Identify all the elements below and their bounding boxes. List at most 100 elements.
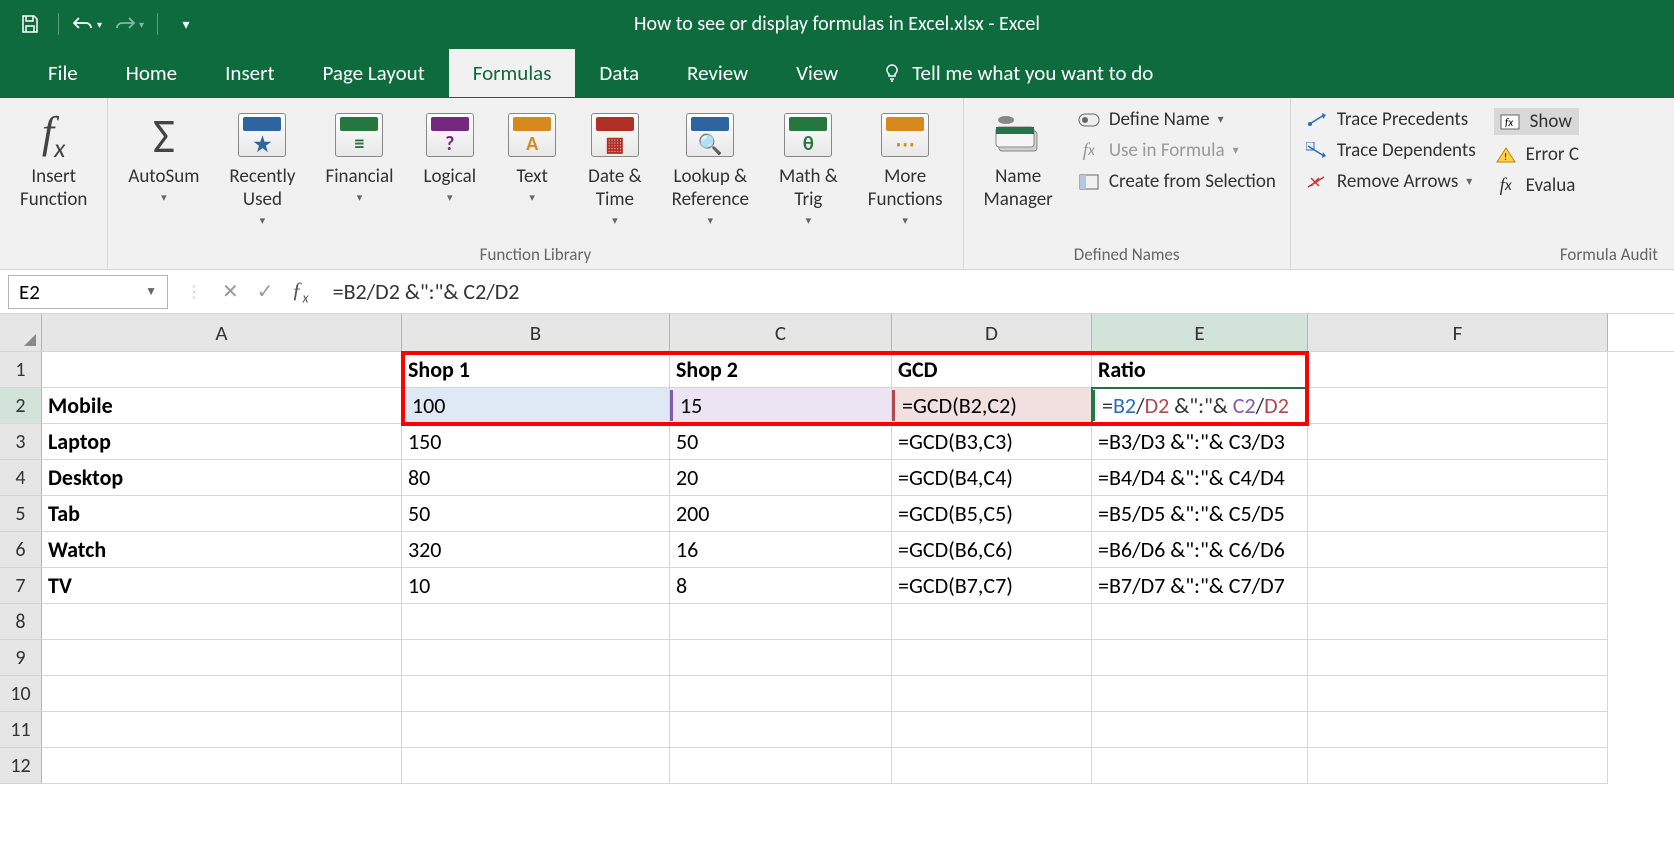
cell-E8[interactable] — [1092, 604, 1308, 640]
cell-D2[interactable]: =GCD(B2,C2) — [892, 388, 1092, 424]
col-header-E[interactable]: E — [1092, 314, 1308, 351]
cell-F12[interactable] — [1308, 748, 1608, 784]
more-button[interactable]: ⋯More Functions▾ — [854, 102, 957, 233]
cell-C8[interactable] — [670, 604, 892, 640]
cell-E12[interactable] — [1092, 748, 1308, 784]
row-header-7[interactable]: 7 — [0, 568, 42, 604]
row-header-5[interactable]: 5 — [0, 496, 42, 532]
cell-C11[interactable] — [670, 712, 892, 748]
name-box[interactable]: E2▼ — [8, 275, 168, 309]
cell-E9[interactable] — [1092, 640, 1308, 676]
cell-D3[interactable]: =GCD(B3,C3) — [892, 424, 1092, 460]
cell-C4[interactable]: 20 — [670, 460, 892, 496]
cell-B1[interactable]: Shop 1 — [402, 352, 670, 388]
tell-me-box[interactable]: Tell me what you want to do — [882, 60, 1153, 86]
cell-A9[interactable] — [42, 640, 402, 676]
tab-insert[interactable]: Insert — [201, 49, 298, 97]
cell-B6[interactable]: 320 — [402, 532, 670, 568]
cell-D7[interactable]: =GCD(B7,C7) — [892, 568, 1092, 604]
cell-E11[interactable] — [1092, 712, 1308, 748]
col-header-D[interactable]: D — [892, 314, 1092, 351]
cell-B5[interactable]: 50 — [402, 496, 670, 532]
row-header-2[interactable]: 2 — [0, 388, 42, 424]
cell-D5[interactable]: =GCD(B5,C5) — [892, 496, 1092, 532]
tab-review[interactable]: Review — [663, 49, 772, 97]
select-all-cell[interactable] — [0, 314, 42, 351]
cell-D1[interactable]: GCD — [892, 352, 1092, 388]
cell-E1[interactable]: Ratio — [1092, 352, 1308, 388]
cell-C1[interactable]: Shop 2 — [670, 352, 892, 388]
cell-F6[interactable] — [1308, 532, 1608, 568]
cell-E7[interactable]: =B7/D7 &":"& C7/D7 — [1092, 568, 1308, 604]
spreadsheet-grid[interactable]: ABCDEF 123456789101112 Shop 1Shop 2GCDRa… — [0, 314, 1674, 784]
cell-D10[interactable] — [892, 676, 1092, 712]
cell-E2[interactable]: =B2/D2 &":"& C2/D2 — [1092, 388, 1308, 424]
undo-button[interactable]: ▾ — [69, 6, 105, 42]
cell-A3[interactable]: Laptop — [42, 424, 402, 460]
row-header-1[interactable]: 1 — [0, 352, 42, 388]
cell-E6[interactable]: =B6/D6 &":"& C6/D6 — [1092, 532, 1308, 568]
autosum-button[interactable]: ΣAutoSum▾ — [114, 102, 213, 210]
lookup--button[interactable]: 🔍Lookup & Reference▾ — [658, 102, 763, 233]
cell-F7[interactable] — [1308, 568, 1608, 604]
cell-E4[interactable]: =B4/D4 &":"& C4/D4 — [1092, 460, 1308, 496]
cell-F2[interactable] — [1308, 388, 1608, 424]
cell-C5[interactable]: 200 — [670, 496, 892, 532]
row-header-12[interactable]: 12 — [0, 748, 42, 784]
cell-C12[interactable] — [670, 748, 892, 784]
cell-B10[interactable] — [402, 676, 670, 712]
tab-page-layout[interactable]: Page Layout — [298, 49, 448, 97]
cell-A2[interactable]: Mobile — [42, 388, 402, 424]
enter-formula-button[interactable]: ✓ — [257, 279, 274, 304]
cell-F10[interactable] — [1308, 676, 1608, 712]
row-header-6[interactable]: 6 — [0, 532, 42, 568]
col-header-A[interactable]: A — [42, 314, 402, 351]
cell-A7[interactable]: TV — [42, 568, 402, 604]
cell-E3[interactable]: =B3/D3 &":"& C3/D3 — [1092, 424, 1308, 460]
fx-icon[interactable]: ƒx — [292, 277, 309, 306]
row-header-9[interactable]: 9 — [0, 640, 42, 676]
cell-C2[interactable]: 15 — [670, 388, 892, 424]
cell-A10[interactable] — [42, 676, 402, 712]
cell-F1[interactable] — [1308, 352, 1608, 388]
cell-F8[interactable] — [1308, 604, 1608, 640]
customize-qat-button[interactable]: ▾ — [168, 6, 204, 42]
cell-E10[interactable] — [1092, 676, 1308, 712]
cell-B4[interactable]: 80 — [402, 460, 670, 496]
cell-A1[interactable] — [42, 352, 402, 388]
cell-A4[interactable]: Desktop — [42, 460, 402, 496]
cell-A12[interactable] — [42, 748, 402, 784]
row-header-11[interactable]: 11 — [0, 712, 42, 748]
cell-F3[interactable] — [1308, 424, 1608, 460]
cell-A5[interactable]: Tab — [42, 496, 402, 532]
cell-C3[interactable]: 50 — [670, 424, 892, 460]
cell-B2[interactable]: 100 — [402, 388, 670, 424]
name-manager-button[interactable]: Name Manager — [970, 102, 1067, 218]
cell-D4[interactable]: =GCD(B4,C4) — [892, 460, 1092, 496]
math--button[interactable]: θMath & Trig▾ — [765, 102, 852, 233]
tab-formulas[interactable]: Formulas — [449, 49, 576, 97]
redo-button[interactable]: ▾ — [111, 6, 147, 42]
cell-A6[interactable]: Watch — [42, 532, 402, 568]
error-checking-button[interactable]: !Error C — [1494, 143, 1579, 166]
create-from-selection-button[interactable]: Create from Selection — [1077, 170, 1276, 193]
date--button[interactable]: ▦Date & Time▾ — [574, 102, 655, 233]
cell-D6[interactable]: =GCD(B6,C6) — [892, 532, 1092, 568]
cell-B3[interactable]: 150 — [402, 424, 670, 460]
cell-B8[interactable] — [402, 604, 670, 640]
trace-precedents-button[interactable]: Trace Precedents — [1305, 108, 1476, 131]
formula-input[interactable] — [323, 275, 1666, 309]
show-formulas-button[interactable]: fxShow — [1494, 108, 1579, 135]
logical-button[interactable]: ?Logical▾ — [409, 102, 490, 210]
trace-dependents-button[interactable]: Trace Dependents — [1305, 139, 1476, 162]
cell-B12[interactable] — [402, 748, 670, 784]
col-header-C[interactable]: C — [670, 314, 892, 351]
cell-D8[interactable] — [892, 604, 1092, 640]
define-name-button[interactable]: Define Name ▾ — [1077, 108, 1276, 131]
cell-C7[interactable]: 8 — [670, 568, 892, 604]
cell-C6[interactable]: 16 — [670, 532, 892, 568]
cell-D11[interactable] — [892, 712, 1092, 748]
cell-A8[interactable] — [42, 604, 402, 640]
row-header-10[interactable]: 10 — [0, 676, 42, 712]
cell-F11[interactable] — [1308, 712, 1608, 748]
